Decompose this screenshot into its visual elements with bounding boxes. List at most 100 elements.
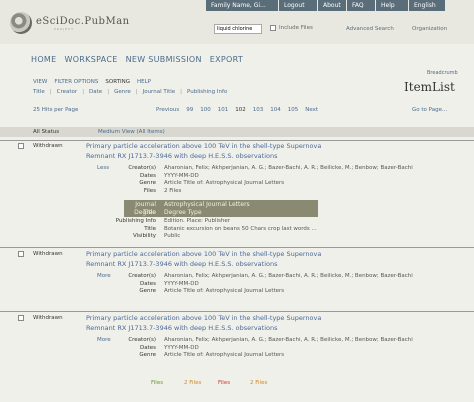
file-legend: Files 2 Files Files 2 Files xyxy=(0,380,474,386)
meta-key: Genre xyxy=(139,352,156,358)
go-to-page[interactable]: Go to Page... xyxy=(412,107,447,113)
meta-value: Aharonian, Felix; Akhperjanian, A. G.; B… xyxy=(164,273,413,279)
meta-value: Edition. Place: Publisher xyxy=(164,218,230,224)
item-checkbox[interactable] xyxy=(18,315,24,321)
files-orange-2[interactable]: 2 Files xyxy=(250,380,267,386)
meta-value: Aharonian, Felix; Akhperjanian, A. G.; B… xyxy=(164,165,413,171)
subnav-filter-options[interactable]: FILTER OPTIONS xyxy=(54,79,98,85)
pager-page[interactable]: 103 xyxy=(253,107,264,113)
meta-key: Creator(s) xyxy=(128,273,156,279)
files-orange[interactable]: 2 Files xyxy=(184,380,201,386)
nav-workspace[interactable]: WORKSPACE xyxy=(64,55,117,64)
nav-home[interactable]: HOME xyxy=(31,55,56,64)
files-red[interactable]: Files xyxy=(218,380,230,386)
separator: | xyxy=(82,89,85,95)
sort-genre[interactable]: Genre xyxy=(114,89,131,95)
pager-page[interactable]: 104 xyxy=(270,107,281,113)
meta-key: Files xyxy=(143,187,156,194)
sort-title[interactable]: Title xyxy=(33,89,45,95)
item-checkbox[interactable] xyxy=(18,143,24,149)
item-title[interactable]: Primary particle acceleration above 100 … xyxy=(86,313,346,333)
sort-creator[interactable]: Creator xyxy=(57,89,78,95)
subnav-help[interactable]: HELP xyxy=(137,79,151,85)
separator: | xyxy=(107,89,110,95)
logout-link[interactable]: Logout xyxy=(279,0,317,11)
meta-value: Public xyxy=(164,233,181,239)
nav-new-submission[interactable]: NEW SUBMISSION xyxy=(126,55,202,64)
pager-page[interactable]: 100 xyxy=(200,107,211,113)
faq-link[interactable]: FAQ xyxy=(347,0,375,11)
meta-value: Article Title of: Astrophysical Journal … xyxy=(164,288,285,294)
item-metadata: Creator(s) Aharonian, Felix; Akhperjanian… xyxy=(100,165,413,195)
pager-page[interactable]: 101 xyxy=(218,107,229,113)
meta-value: Astrophysical Journal Letters xyxy=(164,201,250,208)
about-link[interactable]: About xyxy=(318,0,346,11)
item-status: Withdrawn xyxy=(33,143,63,149)
top-links: Family Name, Gi... Logout About FAQ Help… xyxy=(206,0,446,11)
item-status: Withdrawn xyxy=(33,251,63,257)
divider xyxy=(0,311,474,312)
highlight-block: Journal Title Astrophysical Journal Lette… xyxy=(124,200,318,217)
pager-next[interactable]: Next xyxy=(305,107,318,113)
list-header: All Status Medium View (All Items) xyxy=(0,127,474,137)
meta-key: Journal Title xyxy=(135,201,156,216)
view-selector[interactable]: Medium View (All Items) xyxy=(98,129,165,135)
item-metadata: Creator(s) Aharonian, Felix; Akhperjanian… xyxy=(100,273,413,296)
meta-value: Botanic excursion on beans 50 Chars crop… xyxy=(164,225,317,232)
meta-key: Creator(s) xyxy=(128,337,156,343)
pager-previous[interactable]: Previous xyxy=(156,107,179,113)
item-metadata-extra: Publishing Info Edition. Place: Publisher… xyxy=(100,218,317,241)
pager-page[interactable]: 99 xyxy=(186,107,193,113)
hits-per-page[interactable]: 25 Hits per Page xyxy=(33,107,78,113)
meta-value: YYYY-MM-DD xyxy=(164,280,199,287)
logo[interactable]: eSciDoc.PubMan PROJECT xyxy=(10,12,130,34)
meta-key: Creator(s) xyxy=(128,165,156,171)
meta-key: Dates xyxy=(139,344,156,351)
meta-key: Dates xyxy=(139,280,156,287)
include-files-checkbox[interactable] xyxy=(270,25,276,31)
meta-key: Visibility xyxy=(132,233,156,239)
user-name-link[interactable]: Family Name, Gi... xyxy=(206,0,278,11)
sort-journal-title[interactable]: Journal Title xyxy=(143,89,176,95)
subnav-view[interactable]: VIEW xyxy=(33,79,47,85)
meta-value: Aharonian, Felix; Akhperjanian, A. G.; B… xyxy=(164,337,413,343)
separator: | xyxy=(180,89,182,95)
meta-key: Genre xyxy=(139,288,156,294)
files-green[interactable]: Files xyxy=(151,380,163,386)
meta-value: 2 Files xyxy=(164,187,182,194)
meta-value: YYYY-MM-DD xyxy=(164,172,199,179)
sub-nav: VIEW FILTER OPTIONS SORTING HELP xyxy=(33,79,158,85)
pager-current-page: 102 xyxy=(235,107,246,113)
meta-key: Genre xyxy=(139,180,156,186)
meta-key: Publishing Info xyxy=(115,218,156,224)
organization-link[interactable]: Organization xyxy=(412,26,447,32)
search-input[interactable] xyxy=(214,24,262,34)
separator: | xyxy=(49,89,52,95)
nav-export[interactable]: EXPORT xyxy=(210,55,243,64)
language-link[interactable]: English xyxy=(409,0,445,11)
meta-key: Title xyxy=(144,225,156,232)
advanced-search-link[interactable]: Advanced Search xyxy=(346,26,394,32)
item-checkbox[interactable] xyxy=(18,251,24,257)
logo-icon xyxy=(10,12,32,34)
item-title[interactable]: Primary particle acceleration above 100 … xyxy=(86,249,346,269)
include-files-option[interactable]: Include Files xyxy=(270,25,313,31)
sort-options: Title | Creator | Date | Genre | Journal Tit… xyxy=(33,89,232,95)
meta-key: Dates xyxy=(139,172,156,179)
separator: | xyxy=(135,89,138,95)
sort-date[interactable]: Date xyxy=(89,89,102,95)
breadcrumb[interactable]: Breadcrumb xyxy=(427,70,458,76)
logo-subtitle: PROJECT xyxy=(54,26,74,31)
main-nav: HOME WORKSPACE NEW SUBMISSION EXPORT xyxy=(31,55,251,64)
item-metadata: Creator(s) Aharonian, Felix; Akhperjanian… xyxy=(100,337,413,360)
item-title[interactable]: Primary particle acceleration above 100 … xyxy=(86,141,346,161)
status-filter[interactable]: All Status xyxy=(33,129,59,135)
meta-value: Article Title of: Astrophysical Journal … xyxy=(164,180,285,186)
help-link[interactable]: Help xyxy=(376,0,408,11)
sort-publishing-info[interactable]: Publishing Info xyxy=(187,89,227,95)
pagination: Previous 99 100 101 102 103 104 105 Next xyxy=(156,107,325,113)
pager-page[interactable]: 105 xyxy=(288,107,299,113)
page-title: ItemList xyxy=(404,80,455,94)
divider xyxy=(0,247,474,248)
subnav-sorting[interactable]: SORTING xyxy=(105,79,130,85)
